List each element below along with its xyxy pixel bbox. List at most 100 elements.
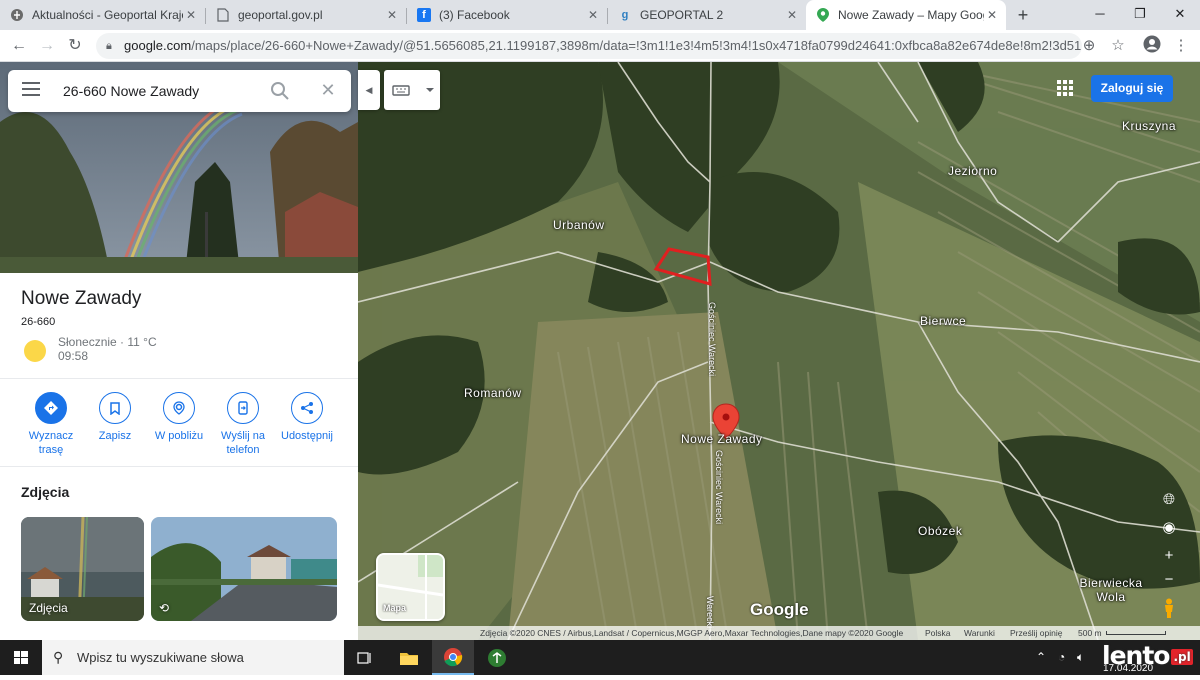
- map-label-bierwiecka-wola: Bierwiecka Wola: [1076, 576, 1146, 604]
- send-to-phone-icon: [227, 392, 259, 424]
- taskbar: ⚲ Wpisz tu wyszukiwane słowa ⌃ ◔ 🔈︎ 17.0…: [0, 640, 1200, 675]
- place-title: Nowe Zawady: [21, 288, 142, 309]
- tab-title: GEOPORTAL 2: [640, 8, 724, 22]
- map-attribution-bar: Zdjęcia ©2020 CNES / Airbus,Landsat / Co…: [358, 626, 1200, 640]
- lock-icon: 🔒︎: [106, 40, 112, 52]
- hamburger-menu-icon[interactable]: [22, 82, 40, 100]
- place-panel: 26-660 Nowe Zawady ✕ Nowe Zawady 26-660 …: [0, 62, 358, 640]
- search-input[interactable]: 26-660 Nowe Zawady: [63, 70, 199, 112]
- map-label-text: Bierwiecka Wola: [1079, 576, 1143, 604]
- scale-label: 500 m: [1078, 628, 1102, 638]
- photo-thumbnail[interactable]: Zdjęcia: [21, 517, 144, 621]
- tab-facebook[interactable]: f (3) Facebook ✕: [407, 0, 607, 30]
- map-label-bierwce: Bierwce: [920, 314, 967, 328]
- volume-icon[interactable]: 🔈︎: [1077, 640, 1084, 675]
- close-tab-icon[interactable]: ✕: [384, 8, 400, 22]
- profile-icon[interactable]: [1141, 35, 1163, 57]
- satellite-map[interactable]: [358, 62, 1200, 640]
- share-button[interactable]: Udostępnij: [272, 392, 342, 443]
- photo-caption: Zdjęcia: [29, 601, 68, 615]
- tab-geoportal-news[interactable]: Aktualności - Geoportal Krajow ✕: [0, 0, 205, 30]
- taskbar-search-input[interactable]: ⚲ Wpisz tu wyszukiwane słowa: [42, 640, 344, 675]
- pegman-icon[interactable]: [1158, 598, 1180, 620]
- maximize-icon[interactable]: ❐: [1118, 0, 1162, 30]
- directions-button[interactable]: Wyznacz trasę: [16, 392, 86, 457]
- watermark-brand: lento: [1102, 641, 1170, 670]
- save-button[interactable]: Zapisz: [80, 392, 150, 443]
- reload-icon[interactable]: ↻: [63, 34, 87, 58]
- feedback-link[interactable]: Prześlij opinię: [1010, 626, 1062, 640]
- nearby-button[interactable]: W pobliżu: [144, 392, 214, 443]
- taskbar-search-placeholder: Wpisz tu wyszukiwane słowa: [77, 650, 244, 665]
- url-host: google.com: [124, 38, 192, 53]
- close-tab-icon[interactable]: ✕: [984, 8, 1000, 22]
- search-icon: ⚲: [53, 649, 64, 665]
- address-bar[interactable]: 🔒︎ google.com/maps/place/26-660+Nowe+Zaw…: [96, 33, 1082, 59]
- street-view-thumbnail[interactable]: ⟲: [151, 517, 337, 621]
- divider: [0, 466, 358, 467]
- weather-text: Słonecznie · 11 °C: [58, 335, 157, 349]
- google-logo: Google: [750, 600, 809, 619]
- star-icon[interactable]: ☆: [1107, 35, 1129, 57]
- app-palm-icon[interactable]: [476, 640, 518, 675]
- windows-start-icon[interactable]: [0, 640, 42, 675]
- task-view-icon[interactable]: [344, 640, 386, 675]
- my-location-icon[interactable]: ◉: [1158, 517, 1180, 539]
- road-label: Gościniec Warecki: [707, 302, 717, 377]
- facebook-icon: f: [417, 8, 431, 22]
- browser-toolbar: ← → ↻ 🔒︎ google.com/maps/place/26-660+No…: [0, 30, 1200, 62]
- new-tab-icon[interactable]: +: [1013, 5, 1033, 25]
- map-label-jeziorno: Jeziorno: [948, 164, 998, 178]
- tab-geoportal2[interactable]: g GEOPORTAL 2 ✕: [608, 0, 806, 30]
- map-label-obozek: Obózek: [918, 524, 963, 538]
- tab-geoportal-gov[interactable]: geoportal.gov.pl ✕: [206, 0, 406, 30]
- geoportal-icon: [10, 8, 24, 22]
- zoom-out-icon[interactable]: −: [1158, 569, 1180, 591]
- sun-icon: [24, 340, 46, 362]
- close-window-icon[interactable]: ✕: [1158, 0, 1200, 30]
- tab-title: Aktualności - Geoportal Krajow: [32, 8, 183, 22]
- photos-section-title: Zdjęcia: [21, 484, 70, 500]
- back-arrow-icon[interactable]: ←: [7, 34, 31, 58]
- road-label: Gościniec Warecki: [714, 450, 724, 525]
- menu-dots-icon[interactable]: ⋮: [1170, 35, 1192, 57]
- tab-title: geoportal.gov.pl: [238, 8, 323, 22]
- document-icon: [216, 8, 230, 22]
- map-type-toggle[interactable]: Mapa: [376, 553, 445, 621]
- search-icon[interactable]: [270, 81, 290, 101]
- close-tab-icon[interactable]: ✕: [585, 8, 601, 22]
- close-tab-icon[interactable]: ✕: [784, 8, 800, 22]
- lento-watermark: lento .pl: [1102, 641, 1193, 670]
- tray-chevron-icon[interactable]: ⌃: [1036, 640, 1046, 675]
- chrome-icon[interactable]: [432, 640, 474, 675]
- map-tools-button[interactable]: [384, 70, 440, 110]
- nearby-icon: [163, 392, 195, 424]
- tab-google-maps[interactable]: Nowe Zawady – Mapy Google ✕: [806, 0, 1006, 30]
- map-label-nowe-zawady: Nowe Zawady: [681, 432, 763, 446]
- collapse-panel-icon[interactable]: ◀: [358, 70, 380, 110]
- street-view-360-icon: ⟲: [159, 601, 170, 615]
- watermark-tld: .pl: [1171, 649, 1193, 665]
- clear-search-icon[interactable]: ✕: [317, 79, 339, 101]
- minimize-icon[interactable]: ─: [1078, 0, 1122, 30]
- search-box[interactable]: 26-660 Nowe Zawady ✕: [8, 70, 351, 112]
- scale-bar: [1106, 631, 1166, 635]
- network-icon[interactable]: ◔: [1058, 640, 1065, 675]
- map-label-urbanow: Urbanów: [553, 218, 605, 232]
- map-type-label: Mapa: [383, 603, 407, 613]
- bookmark-icon: [99, 392, 131, 424]
- sign-in-button[interactable]: Zaloguj się: [1091, 75, 1173, 102]
- location-icon[interactable]: ⊕: [1078, 35, 1100, 57]
- action-label: Wyznacz trasę: [28, 430, 74, 456]
- divider: [0, 378, 358, 379]
- zoom-in-icon[interactable]: +: [1158, 545, 1180, 567]
- country-link[interactable]: Polska: [925, 626, 951, 640]
- share-icon: [291, 392, 323, 424]
- file-explorer-icon[interactable]: [388, 640, 430, 675]
- forward-arrow-icon[interactable]: →: [35, 34, 59, 58]
- close-tab-icon[interactable]: ✕: [183, 8, 199, 22]
- globe-icon[interactable]: 🌐︎: [1158, 489, 1180, 511]
- terms-link[interactable]: Warunki: [964, 626, 995, 640]
- apps-grid-icon[interactable]: [1055, 78, 1075, 98]
- send-to-phone-button[interactable]: Wyślij na telefon: [208, 392, 278, 457]
